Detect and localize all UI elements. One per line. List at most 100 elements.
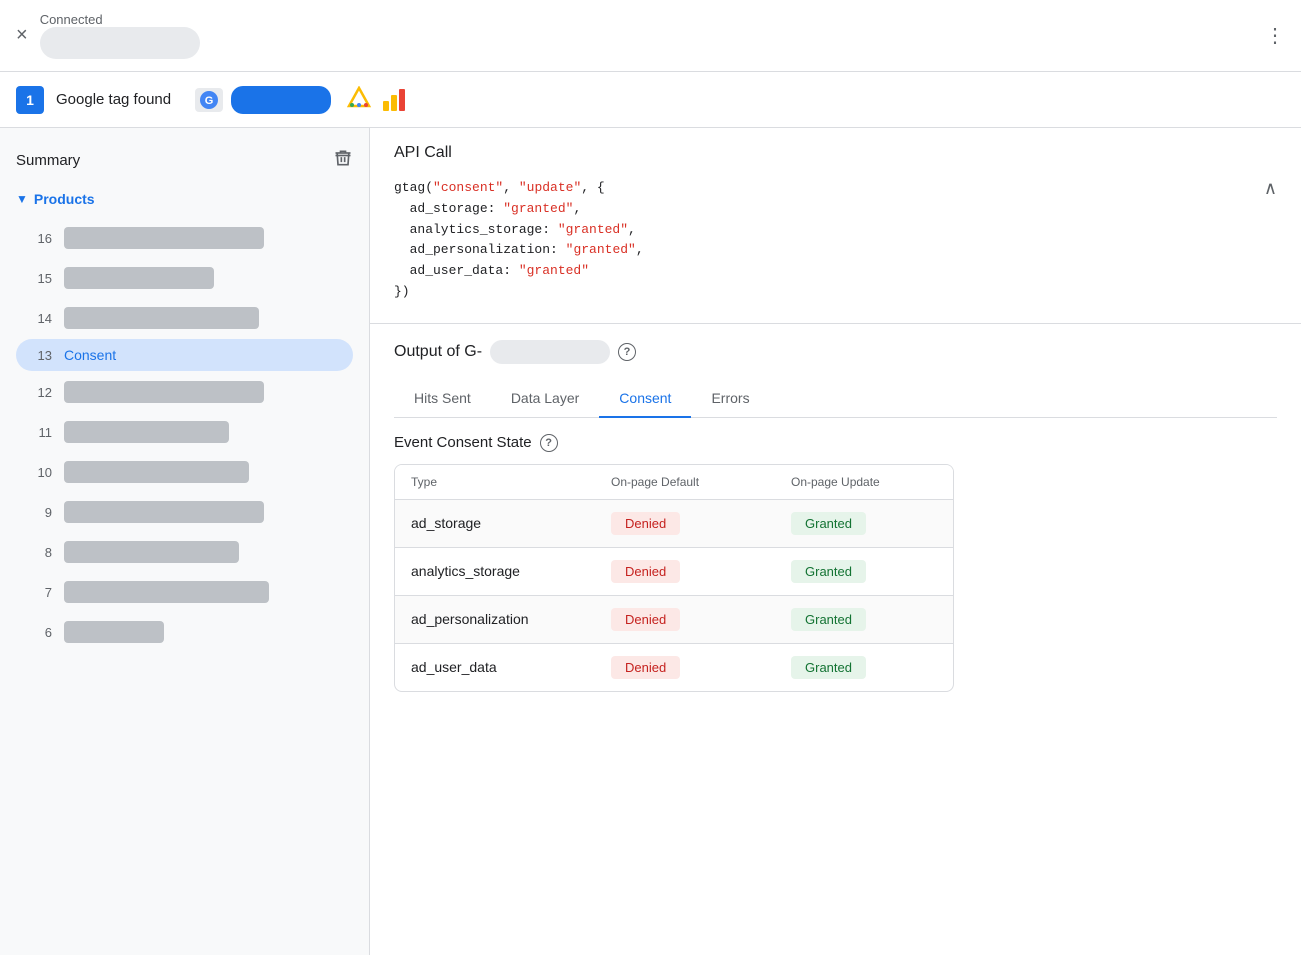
delete-icon[interactable]	[333, 148, 353, 173]
row-default: Denied	[611, 608, 791, 631]
consent-table: Type On-page Default On-page Update ad_s…	[394, 464, 954, 692]
code-sep1: ,	[503, 180, 519, 195]
row-type: ad_user_data	[411, 659, 611, 675]
item-number: 9	[32, 505, 52, 520]
top-bar-info: Connected	[40, 12, 200, 59]
table-row: ad_personalization Denied Granted	[395, 595, 953, 643]
close-button[interactable]: ×	[16, 24, 28, 47]
products-header[interactable]: ▼ Products	[8, 185, 361, 213]
row-type: ad_personalization	[411, 611, 611, 627]
list-item[interactable]: 8	[16, 533, 353, 571]
content-area: API Call ∧ gtag("consent", "update", { a…	[370, 128, 1301, 955]
code-line-1: gtag("consent", "update", {	[394, 178, 1277, 199]
list-item[interactable]: 15	[16, 259, 353, 297]
table-row: ad_user_data Denied Granted	[395, 643, 953, 691]
tab-errors[interactable]: Errors	[691, 380, 769, 418]
row-default: Denied	[611, 560, 791, 583]
granted-badge: Granted	[791, 656, 866, 679]
consent-state-label: Event Consent State	[394, 434, 532, 451]
code-user-data-key: ad_user_data:	[394, 263, 519, 278]
table-header: Type On-page Default On-page Update	[395, 465, 953, 499]
three-dots-button[interactable]: ⋮	[1265, 23, 1285, 48]
code-close: })	[394, 284, 410, 299]
code-update-str: "update"	[519, 180, 581, 195]
list-item[interactable]: 9	[16, 493, 353, 531]
granted-badge: Granted	[791, 512, 866, 535]
list-item[interactable]: 10	[16, 453, 353, 491]
analytics-bar-1	[383, 101, 389, 111]
item-number: 11	[32, 425, 52, 440]
code-brace: , {	[581, 180, 604, 195]
list-item[interactable]: 14	[16, 299, 353, 337]
api-call-title: API Call	[394, 144, 1277, 162]
consent-help-icon[interactable]: ?	[540, 434, 558, 452]
tag-found-text: Google tag found	[56, 91, 171, 108]
item-label: Consent	[64, 347, 116, 363]
products-label: Products	[34, 191, 95, 207]
item-number: 6	[32, 625, 52, 640]
google-ads-icon	[347, 86, 371, 113]
item-number: 13	[32, 348, 52, 363]
item-number: 7	[32, 585, 52, 600]
sidebar-items-list: 16 15 14 13 Consent	[8, 213, 361, 657]
granted-badge: Granted	[791, 560, 866, 583]
item-bar	[64, 621, 164, 643]
tab-data-layer[interactable]: Data Layer	[491, 380, 599, 418]
list-item[interactable]: 12	[16, 373, 353, 411]
sidebar: Summary ▼ Products 16	[0, 128, 370, 955]
output-header: Output of G- ?	[394, 340, 1277, 364]
tag-icons: G	[195, 86, 405, 114]
code-comma-3: ,	[636, 242, 644, 257]
item-number: 14	[32, 311, 52, 326]
row-update: Granted	[791, 512, 954, 535]
analytics-bar-2	[391, 95, 397, 111]
list-item[interactable]: 6	[16, 613, 353, 651]
item-bar	[64, 581, 269, 603]
tag-bar: 1 Google tag found G	[0, 72, 1301, 128]
top-bar: × Connected ⋮	[0, 0, 1301, 72]
item-bar	[64, 421, 229, 443]
list-item[interactable]: 16	[16, 219, 353, 257]
code-ad-storage-key: ad_storage:	[394, 201, 503, 216]
code-line-5: ad_user_data: "granted"	[394, 261, 1277, 282]
table-row: analytics_storage Denied Granted	[395, 547, 953, 595]
table-row: ad_storage Denied Granted	[395, 499, 953, 547]
collapse-button[interactable]: ∧	[1264, 178, 1277, 199]
code-consent-str: "consent"	[433, 180, 503, 195]
item-bar	[64, 267, 214, 289]
row-update: Granted	[791, 656, 954, 679]
analytics-icon	[383, 89, 405, 111]
code-comma-1: ,	[573, 201, 581, 216]
code-granted-3: "granted"	[566, 242, 636, 257]
summary-label: Summary	[16, 152, 80, 169]
list-item[interactable]: 11	[16, 413, 353, 451]
help-icon[interactable]: ?	[618, 343, 636, 361]
connected-pill	[40, 27, 200, 59]
products-section: ▼ Products 16 15 14	[0, 185, 369, 657]
connected-label: Connected	[40, 12, 200, 27]
granted-badge: Granted	[791, 608, 866, 631]
code-granted-4: "granted"	[519, 263, 589, 278]
code-analytics-key: analytics_storage:	[394, 222, 558, 237]
code-line-3: analytics_storage: "granted",	[394, 220, 1277, 241]
denied-badge: Denied	[611, 560, 680, 583]
code-line-6: })	[394, 282, 1277, 303]
list-item-consent[interactable]: 13 Consent	[16, 339, 353, 371]
item-bar	[64, 381, 264, 403]
row-default: Denied	[611, 512, 791, 535]
item-bar	[64, 501, 264, 523]
code-comma-2: ,	[628, 222, 636, 237]
denied-badge: Denied	[611, 608, 680, 631]
list-item[interactable]: 7	[16, 573, 353, 611]
row-type: analytics_storage	[411, 563, 611, 579]
chevron-down-icon: ▼	[16, 192, 28, 206]
tab-consent[interactable]: Consent	[599, 380, 691, 418]
gtag-svg: G	[199, 90, 219, 110]
tag-badge: 1	[16, 86, 44, 114]
code-line-2: ad_storage: "granted",	[394, 199, 1277, 220]
code-granted-2: "granted"	[558, 222, 628, 237]
top-bar-left: × Connected	[16, 12, 200, 59]
tab-hits-sent[interactable]: Hits Sent	[394, 380, 491, 418]
gtag-blue-pill	[231, 86, 331, 114]
item-number: 8	[32, 545, 52, 560]
